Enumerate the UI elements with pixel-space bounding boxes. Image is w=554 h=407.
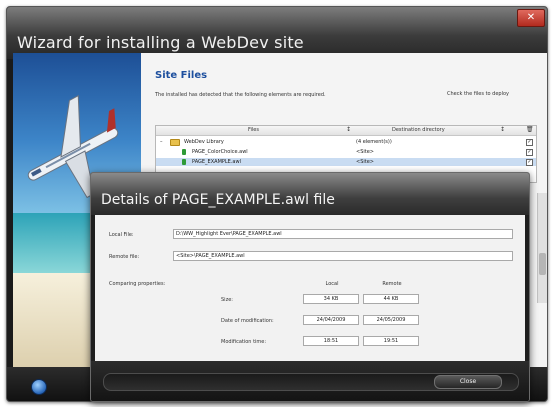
sort-icon[interactable]: ↕: [500, 126, 505, 133]
file-name: WebDev Library: [184, 139, 224, 145]
file-destination: <Site>: [356, 149, 374, 155]
modification-date-label: Date of modification:: [221, 318, 274, 324]
folder-icon: [170, 139, 180, 146]
comparing-properties-label: Comparing properties:: [109, 281, 166, 287]
deploy-checkbox[interactable]: ✓: [526, 159, 533, 166]
file-name: PAGE_EXAMPLE.awl: [192, 159, 241, 165]
local-file-field[interactable]: D:\WW_Highlight Ever\PAGE_EXAMPLE.awl: [173, 229, 513, 239]
deploy-checkbox[interactable]: ✓: [526, 139, 533, 146]
local-column-header: Local: [325, 281, 339, 287]
wizard-title-bar: Wizard for installing a WebDev site ✕: [7, 7, 547, 59]
details-footer: Close: [91, 361, 529, 401]
wizard-title: Wizard for installing a WebDev site: [17, 33, 304, 52]
column-destination[interactable]: Destination directory: [392, 127, 445, 133]
sort-icon[interactable]: ↕: [346, 126, 351, 133]
details-dialog: Details of PAGE_EXAMPLE.awl file Local F…: [90, 172, 530, 402]
table-row-selected[interactable]: PAGE_EXAMPLE.awl <Site> ✓: [156, 158, 536, 166]
section-title: Site Files: [155, 70, 208, 81]
file-destination: (4 element(s)): [356, 139, 392, 145]
section-description: The installed has detected that the foll…: [155, 92, 326, 98]
details-title: Details of PAGE_EXAMPLE.awl file: [101, 192, 335, 208]
scrollbar-thumb[interactable]: [539, 253, 546, 275]
column-files[interactable]: Files: [248, 127, 259, 133]
window-close-button[interactable]: ✕: [517, 9, 545, 27]
size-label: Size:: [221, 297, 233, 303]
remote-file-label: Remote file:: [109, 254, 140, 260]
local-file-label: Local File:: [109, 232, 134, 238]
check-files-hint: Check the files to deploy: [447, 91, 510, 97]
remote-file-field[interactable]: <Site>\PAGE_EXAMPLE.awl: [173, 251, 513, 261]
details-body: Local File: D:\WW_Highlight Ever\PAGE_EX…: [95, 215, 525, 361]
local-date-value: 24/04/2009: [303, 315, 359, 325]
details-title-bar: Details of PAGE_EXAMPLE.awl file: [91, 173, 529, 215]
file-name: PAGE_ColorChoice.awl: [192, 149, 248, 155]
modification-time-label: Modification time:: [221, 339, 267, 345]
trash-icon[interactable]: 🗑: [526, 126, 534, 133]
remote-column-header: Remote: [382, 281, 402, 287]
table-header: Files ↕ Destination directory ↕ 🗑: [156, 126, 536, 136]
table-scrollbar[interactable]: [537, 193, 547, 303]
table-row[interactable]: – WebDev Library (4 element(s)) ✓: [156, 138, 536, 146]
file-icon: [182, 149, 186, 155]
remote-date-value: 24/05/2009: [363, 315, 419, 325]
local-time-value: 18:51: [303, 336, 359, 346]
remote-time-value: 19:51: [363, 336, 419, 346]
table-row[interactable]: PAGE_ColorChoice.awl <Site> ✓: [156, 148, 536, 156]
collapse-icon[interactable]: –: [160, 139, 163, 145]
file-icon: [182, 159, 186, 165]
close-button[interactable]: Close: [434, 375, 502, 389]
file-destination: <Site>: [356, 159, 374, 165]
remote-size-value: 44 KB: [363, 294, 419, 304]
local-size-value: 34 KB: [303, 294, 359, 304]
deploy-checkbox[interactable]: ✓: [526, 149, 533, 156]
globe-icon[interactable]: [31, 379, 47, 395]
